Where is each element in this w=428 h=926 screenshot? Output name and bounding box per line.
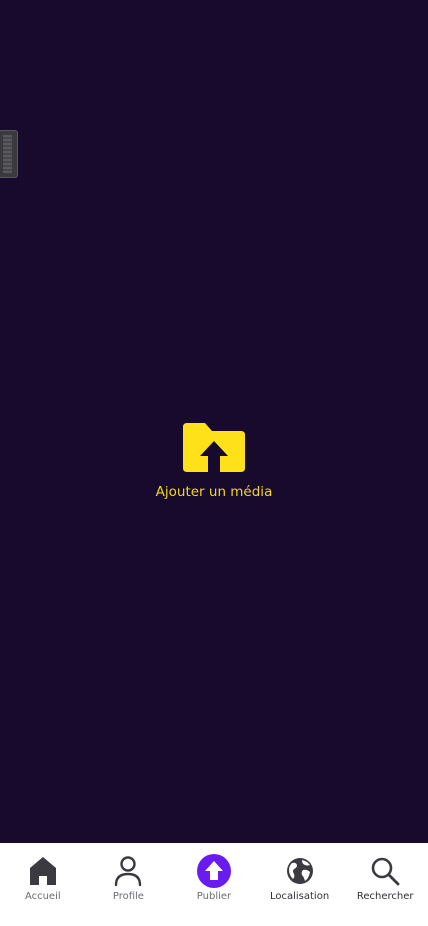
side-panel-handle[interactable] [0,130,18,178]
upload-arrow-icon [196,854,231,888]
nav-label-publish: Publier [196,891,232,902]
nav-item-publish[interactable]: Publier [171,843,257,926]
bottom-navigation: Accueil Profile Publier Localisation Rec… [0,843,428,926]
nav-item-profile[interactable]: Profile [86,843,172,926]
nav-label-home: Accueil [24,891,61,902]
publish-area: Ajouter un média [0,0,428,843]
nav-item-location[interactable]: Localisation [257,843,343,926]
nav-label-profile: Profile [112,891,144,902]
nav-item-search[interactable]: Rechercher [342,843,428,926]
add-media-label: Ajouter un média [155,484,273,500]
add-media-button[interactable]: Ajouter un média [144,420,284,510]
search-icon [371,857,400,886]
globe-icon [286,858,313,884]
app-screen: Ajouter un média Accueil Profile Publier [0,0,428,926]
user-icon [115,856,142,887]
nav-label-location: Localisation [269,891,330,902]
folder-upload-icon [183,423,245,472]
nav-label-search: Rechercher [356,891,414,902]
home-icon [29,857,56,885]
nav-item-home[interactable]: Accueil [0,843,86,926]
grip-icon [3,135,12,173]
